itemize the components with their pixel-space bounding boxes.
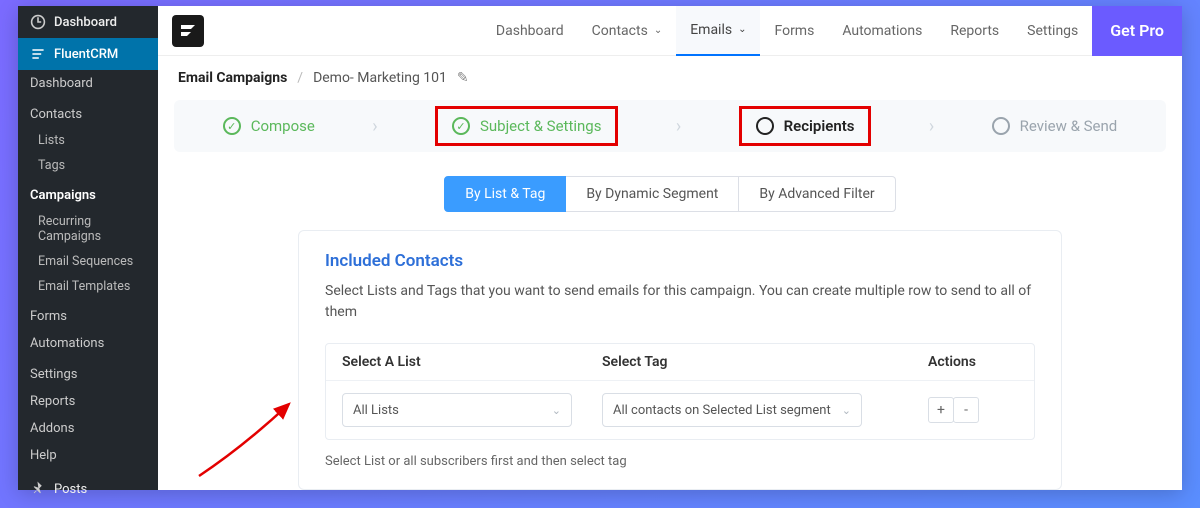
wizard-steps: Compose › Subject & Settings › Recipient… [174, 100, 1166, 152]
chevron-down-icon: ⌄ [552, 404, 561, 417]
annotation-arrow [189, 396, 309, 486]
chevron-right-icon: › [929, 116, 934, 137]
sub-help[interactable]: Help [18, 442, 158, 469]
app-logo[interactable] [172, 15, 204, 47]
step-subject[interactable]: Subject & Settings [452, 117, 601, 135]
sub-contacts[interactable]: Contacts [18, 101, 158, 128]
circle-icon [756, 117, 774, 135]
add-row-button[interactable]: + [928, 397, 954, 423]
chevron-right-icon: › [372, 116, 377, 137]
sub-dashboard[interactable]: Dashboard [18, 70, 158, 97]
fluentcrm-icon [30, 46, 46, 62]
table-row: All Lists ⌄ All contacts on Selected Lis… [326, 380, 1034, 439]
wp-dashboard-link[interactable]: Dashboard [18, 6, 158, 38]
wp-posts-link[interactable]: Posts [18, 473, 158, 505]
sub-sequences[interactable]: Email Sequences [18, 249, 158, 274]
nav-settings[interactable]: Settings [1013, 6, 1092, 56]
tab-by-list-tag[interactable]: By List & Tag [444, 176, 566, 212]
tab-by-advanced[interactable]: By Advanced Filter [739, 176, 895, 212]
col-select-tag: Select Tag [602, 354, 928, 370]
select-list-dropdown[interactable]: All Lists ⌄ [342, 393, 572, 427]
sub-forms[interactable]: Forms [18, 303, 158, 330]
circle-icon [992, 117, 1010, 135]
nav-dashboard[interactable]: Dashboard [482, 6, 578, 56]
sub-settings[interactable]: Settings [18, 361, 158, 388]
nav-reports[interactable]: Reports [936, 6, 1013, 56]
pin-icon [30, 481, 46, 497]
included-contacts-card: Included Contacts Select Lists and Tags … [298, 230, 1062, 490]
segment-tabs: By List & Tag By Dynamic Segment By Adva… [158, 176, 1182, 212]
sub-templates[interactable]: Email Templates [18, 274, 158, 299]
check-icon [223, 117, 241, 135]
wp-dashboard-label: Dashboard [54, 15, 117, 30]
tab-by-dynamic[interactable]: By Dynamic Segment [566, 176, 739, 212]
chevron-down-icon: ⌄ [842, 404, 851, 417]
chevron-down-icon: ⌄ [738, 24, 746, 35]
select-tag-dropdown[interactable]: All contacts on Selected List segment ⌄ [602, 393, 862, 427]
sub-lists[interactable]: Lists [18, 128, 158, 153]
sub-addons[interactable]: Addons [18, 415, 158, 442]
sub-tags[interactable]: Tags [18, 153, 158, 178]
highlight-subject: Subject & Settings [435, 106, 618, 146]
main-area: Dashboard Contacts ⌄ Emails ⌄ Forms Auto… [158, 6, 1182, 490]
card-description: Select Lists and Tags that you want to s… [325, 281, 1035, 323]
nav-forms[interactable]: Forms [760, 6, 828, 56]
remove-row-button[interactable]: - [953, 397, 979, 423]
wp-fluentcrm-link[interactable]: FluentCRM [18, 38, 158, 70]
sub-campaigns[interactable]: Campaigns [18, 182, 158, 209]
get-pro-button[interactable]: Get Pro [1092, 6, 1182, 56]
topnav: Dashboard Contacts ⌄ Emails ⌄ Forms Auto… [158, 6, 1182, 56]
breadcrumb-sep: / [297, 70, 303, 86]
col-select-list: Select A List [342, 354, 602, 370]
nav-emails[interactable]: Emails ⌄ [676, 6, 760, 56]
contacts-table: Select A List Select Tag Actions All Lis… [325, 343, 1035, 440]
wp-admin-sidebar: Dashboard FluentCRM Dashboard Contacts L… [18, 6, 158, 490]
wp-fluentcrm-label: FluentCRM [54, 47, 118, 62]
step-recipients[interactable]: Recipients [756, 117, 855, 135]
sub-automations[interactable]: Automations [18, 330, 158, 357]
chevron-right-icon: › [676, 116, 681, 137]
step-compose[interactable]: Compose [223, 117, 315, 135]
card-title: Included Contacts [325, 251, 1035, 271]
breadcrumb: Email Campaigns / Demo- Marketing 101 ✎ [158, 56, 1182, 100]
breadcrumb-current: Demo- Marketing 101 [313, 70, 447, 86]
edit-icon[interactable]: ✎ [457, 70, 469, 86]
step-review: Review & Send [992, 117, 1118, 135]
sub-recurring[interactable]: Recurring Campaigns [18, 209, 158, 249]
check-icon [452, 117, 470, 135]
nav-contacts[interactable]: Contacts ⌄ [578, 6, 677, 56]
col-actions: Actions [928, 354, 1018, 370]
dashboard-icon [30, 14, 46, 30]
breadcrumb-root[interactable]: Email Campaigns [178, 70, 287, 86]
fluent-logo-icon [178, 21, 198, 41]
hint-text: Select List or all subscribers first and… [325, 454, 1035, 469]
highlight-recipients: Recipients [739, 106, 872, 146]
chevron-down-icon: ⌄ [654, 25, 662, 36]
table-header: Select A List Select Tag Actions [326, 344, 1034, 380]
wp-posts-label: Posts [54, 482, 87, 497]
nav-automations[interactable]: Automations [828, 6, 936, 56]
sub-reports[interactable]: Reports [18, 388, 158, 415]
